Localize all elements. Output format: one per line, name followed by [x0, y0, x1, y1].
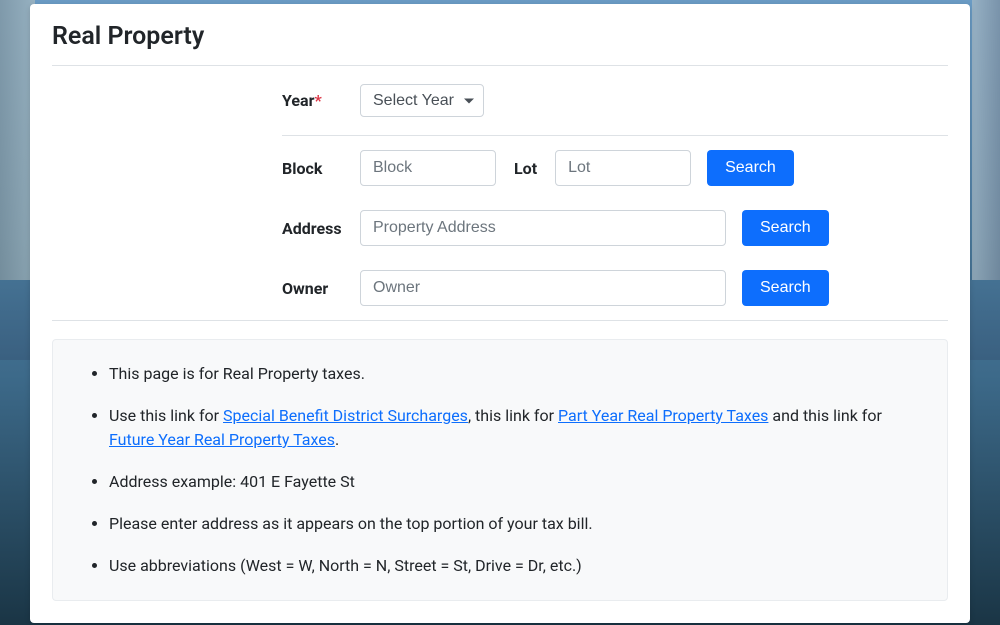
info-item: Use abbreviations (West = W, North = N, …: [109, 554, 917, 578]
link-part-year[interactable]: Part Year Real Property Taxes: [558, 406, 768, 425]
info-item: Please enter address as it appears on th…: [109, 512, 917, 536]
owner-label: Owner: [282, 279, 360, 298]
search-address-button[interactable]: Search: [742, 210, 829, 246]
lot-label: Lot: [514, 159, 537, 178]
info-box: This page is for Real Property taxes. Us…: [52, 339, 948, 601]
main-panel: Real Property Year* Select Year Block Lo…: [30, 4, 970, 623]
year-row: Year* Select Year: [282, 66, 948, 135]
link-future-year[interactable]: Future Year Real Property Taxes: [109, 430, 335, 449]
page-title: Real Property: [52, 22, 948, 51]
owner-row: Owner Search: [282, 260, 948, 320]
owner-input[interactable]: [360, 270, 726, 306]
block-label: Block: [282, 159, 360, 178]
search-block-button[interactable]: Search: [707, 150, 794, 186]
address-label: Address: [282, 219, 360, 238]
address-input[interactable]: [360, 210, 726, 246]
info-item: This page is for Real Property taxes.: [109, 362, 917, 386]
year-select[interactable]: Select Year: [360, 84, 484, 117]
search-owner-button[interactable]: Search: [742, 270, 829, 306]
address-row: Address Search: [282, 200, 948, 260]
block-input[interactable]: [360, 150, 496, 186]
lot-input[interactable]: [555, 150, 691, 186]
block-lot-row: Block Lot Search: [282, 136, 948, 200]
info-item-links: Use this link for Special Benefit Distri…: [109, 404, 917, 452]
divider: [52, 320, 948, 321]
link-special-benefit[interactable]: Special Benefit District Surcharges: [223, 406, 468, 425]
info-item: Address example: 401 E Fayette St: [109, 470, 917, 494]
search-form: Year* Select Year Block Lot Search Addre…: [52, 66, 948, 320]
year-label: Year*: [282, 91, 360, 110]
